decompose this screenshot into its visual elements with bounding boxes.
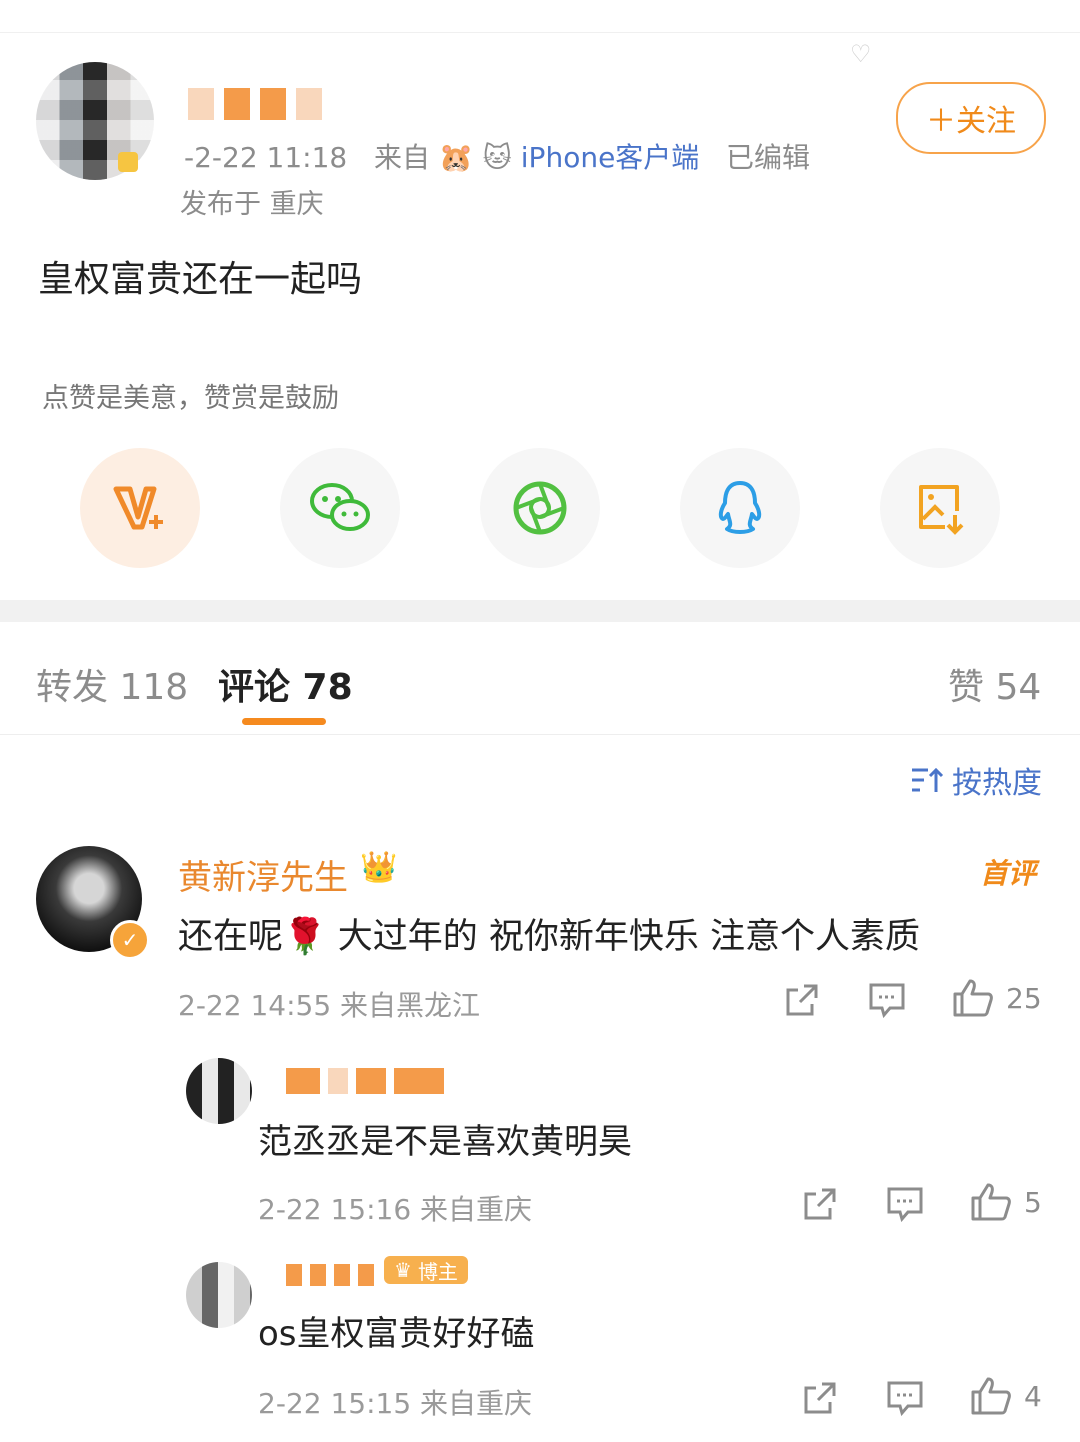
sort-button[interactable]: 按热度 — [910, 758, 1042, 802]
post-from-label: 来自 — [373, 141, 430, 174]
tab-like[interactable]: 赞 54 — [948, 658, 1041, 710]
tab-repost[interactable]: 转发 118 — [36, 658, 188, 710]
repost-comment-button[interactable] — [784, 982, 820, 1018]
post-client-link[interactable]: iPhone客户端 — [521, 141, 700, 174]
mosaic-block — [286, 1068, 320, 1094]
section-divider — [0, 600, 1080, 622]
thumbs-up-icon — [970, 1376, 1012, 1416]
active-tab-indicator — [242, 718, 326, 725]
post-meta: -2-22 11:18 来自 🐹 🐱 iPhone客户端 已编辑 — [184, 136, 810, 176]
member-badge-icon — [118, 152, 138, 172]
share-out-icon — [784, 982, 820, 1018]
thumbs-up-icon — [952, 978, 994, 1018]
poster-name-mosaic[interactable] — [188, 88, 322, 120]
reply-name-mosaic[interactable] — [286, 1264, 374, 1286]
mosaic-block — [394, 1068, 444, 1094]
post-edited-label[interactable]: 已编辑 — [726, 141, 810, 174]
share-qq-button[interactable] — [680, 448, 800, 568]
mosaic-block — [310, 1264, 326, 1286]
reply-avatar[interactable] — [186, 1262, 252, 1328]
crown-icon: ♛ — [394, 1258, 412, 1282]
mosaic-block — [296, 88, 322, 120]
repost-reply-button[interactable] — [802, 1186, 838, 1222]
author-badge: ♛ 博主 — [384, 1256, 468, 1284]
mosaic-block — [328, 1068, 348, 1094]
reply-text: 范丞丞是不是喜欢黄明昊 — [258, 1122, 632, 1162]
share-out-icon — [802, 1186, 838, 1222]
top-bar — [0, 0, 1080, 33]
comment-bubble-icon — [868, 982, 906, 1018]
tab-comment[interactable]: 评论 78 — [218, 658, 353, 710]
mosaic-block — [260, 88, 286, 120]
post-location: 发布于 重庆 — [180, 189, 324, 220]
post-date: -2-22 11:18 — [184, 141, 348, 174]
cat-icon: 🐱 — [482, 141, 512, 174]
reply-avatar[interactable] — [186, 1058, 252, 1124]
tab-bar: 转发 118 评论 78 赞 54 — [0, 640, 1080, 735]
verified-badge-icon: ✓ — [110, 920, 150, 960]
comment-time: 2-22 14:55 来自黑龙江 — [178, 989, 481, 1022]
vplus-icon — [112, 483, 168, 533]
mosaic-block — [358, 1264, 374, 1286]
wechat-icon — [308, 481, 372, 535]
like-count: 4 — [1024, 1379, 1042, 1413]
sort-icon — [910, 766, 944, 794]
reward-hint: 点赞是美意，赞赏是鼓励 — [42, 383, 339, 414]
mosaic-block — [224, 88, 250, 120]
moments-icon — [512, 480, 568, 536]
share-vplus-button[interactable] — [80, 448, 200, 568]
like-count: 5 — [1024, 1185, 1042, 1219]
save-image-icon — [915, 481, 965, 535]
like-reply-button[interactable]: 4 — [970, 1376, 1042, 1416]
share-out-icon — [802, 1380, 838, 1416]
reply-reply-button[interactable] — [886, 1380, 924, 1416]
qq-icon — [715, 479, 765, 537]
save-image-button[interactable] — [880, 448, 1000, 568]
reply-time: 2-22 15:15 来自重庆 — [258, 1387, 533, 1420]
first-comment-badge: 首评 — [980, 857, 1037, 890]
reply-reply-button[interactable] — [886, 1186, 924, 1222]
share-moments-button[interactable] — [480, 448, 600, 568]
author-badge-label: 博主 — [417, 1259, 458, 1284]
reply-name-mosaic[interactable] — [286, 1068, 444, 1094]
comment-bubble-icon — [886, 1380, 924, 1416]
repost-reply-button[interactable] — [802, 1380, 838, 1416]
reply-text: os皇权富贵好好磕 — [258, 1314, 535, 1354]
follow-button[interactable]: ＋关注 — [896, 82, 1046, 154]
commenter-name[interactable]: 黄新淳先生 — [178, 850, 348, 899]
like-reply-button[interactable]: 5 — [970, 1182, 1042, 1222]
decor-cloud-icon: ♡ — [850, 40, 872, 68]
mosaic-block — [334, 1264, 350, 1286]
reply-comment-button[interactable] — [868, 982, 906, 1018]
reply-time: 2-22 15:16 来自重庆 — [258, 1193, 533, 1226]
comment-bubble-icon — [886, 1186, 924, 1222]
thumbs-up-icon — [970, 1182, 1012, 1222]
mosaic-block — [356, 1068, 386, 1094]
crown-badge-icon: 👑 — [360, 850, 398, 885]
share-wechat-button[interactable] — [280, 448, 400, 568]
comment-text: 还在呢🌹 大过年的 祝你新年快乐 注意个人素质 — [178, 917, 920, 957]
like-count: 25 — [1006, 981, 1042, 1015]
like-comment-button[interactable]: 25 — [952, 978, 1042, 1018]
mosaic-block — [286, 1264, 302, 1286]
hamster-icon: 🐹 — [438, 141, 474, 174]
sort-label: 按热度 — [952, 766, 1042, 801]
post-content: 皇权富贵还在一起吗 — [38, 259, 363, 300]
share-row — [80, 448, 1020, 568]
mosaic-block — [188, 88, 214, 120]
